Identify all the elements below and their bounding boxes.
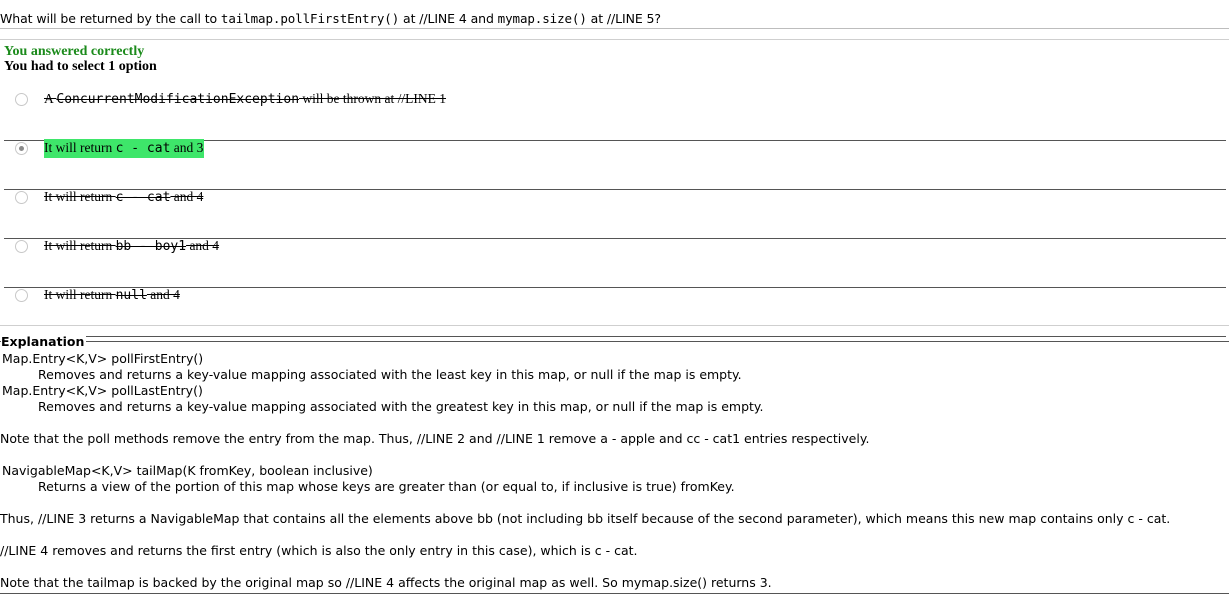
explanation-header: Explanation: [0, 334, 1229, 350]
question-code-size: mymap.size(): [497, 11, 587, 26]
explanation-line: Map.Entry<K,V> pollFirstEntry(): [2, 351, 204, 366]
explanation-line: Note that the poll methods remove the en…: [0, 431, 870, 446]
question-divider: [0, 28, 1229, 29]
explanation-line: Note that the tailmap is backed by the o…: [0, 575, 772, 590]
option-3-radio[interactable]: [15, 191, 28, 204]
answer-instruction: You had to select 1 option: [4, 59, 157, 74]
explanation-line: NavigableMap<K,V> tailMap(K fromKey, boo…: [2, 463, 373, 478]
option-4[interactable]: It will return bb - boy1 and 4: [4, 238, 1226, 288]
options-bottom-divider: [0, 325, 1229, 326]
option-divider: [4, 287, 1226, 288]
question-divider-secondary: [0, 39, 1229, 40]
question-text: What will be returned by the call to tai…: [0, 11, 661, 26]
option-3[interactable]: It will return c - cat and 4: [4, 189, 1226, 239]
explanation-line: Thus, //LINE 3 returns a NavigableMap th…: [0, 511, 1171, 526]
explanation-line: Map.Entry<K,V> pollLastEntry(): [2, 383, 203, 398]
explanation-line: Removes and returns a key-value mapping …: [38, 367, 742, 382]
explanation-line: //LINE 4 removes and returns the first e…: [0, 543, 638, 558]
option-3-label: It will return c - cat and 4: [44, 189, 204, 205]
explanation-line: Removes and returns a key-value mapping …: [38, 399, 764, 414]
option-2-radio-selected[interactable]: [15, 142, 28, 155]
option-5-label: It will return null and 4: [44, 287, 180, 303]
option-4-radio[interactable]: [15, 240, 28, 253]
option-1-radio[interactable]: [15, 93, 28, 106]
explanation-bottom-rule: [0, 593, 1229, 594]
option-2[interactable]: It will return c - cat and 3: [4, 139, 1226, 190]
option-5[interactable]: It will return null and 4: [4, 287, 1226, 337]
answer-status: You answered correctly: [4, 44, 145, 59]
option-4-label: It will return bb - boy1 and 4: [44, 238, 220, 254]
question-code-tailmap: tailmap.pollFirstEntry(): [220, 11, 400, 26]
option-1-label: A ConcurrentModificationException will b…: [44, 91, 447, 107]
option-2-label: It will return c - cat and 3: [44, 139, 205, 158]
explanation-line: Returns a view of the portion of this ma…: [38, 479, 735, 494]
explanation-title: Explanation: [1, 334, 87, 349]
option-1[interactable]: A ConcurrentModificationException will b…: [4, 91, 1226, 141]
explanation-rule: [0, 341, 1229, 342]
option-5-radio[interactable]: [15, 289, 28, 302]
